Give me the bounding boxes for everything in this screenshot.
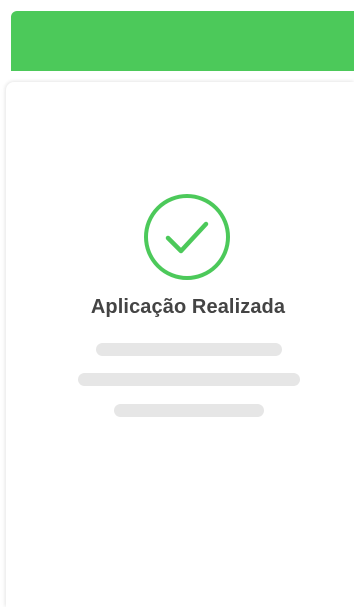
header-bar — [11, 11, 354, 71]
placeholder-text-line — [96, 343, 282, 356]
placeholder-text-line — [114, 404, 264, 417]
confirmation-title: Aplicação Realizada — [90, 296, 286, 318]
check-circle-icon — [144, 194, 230, 280]
placeholder-text-line — [78, 373, 300, 386]
